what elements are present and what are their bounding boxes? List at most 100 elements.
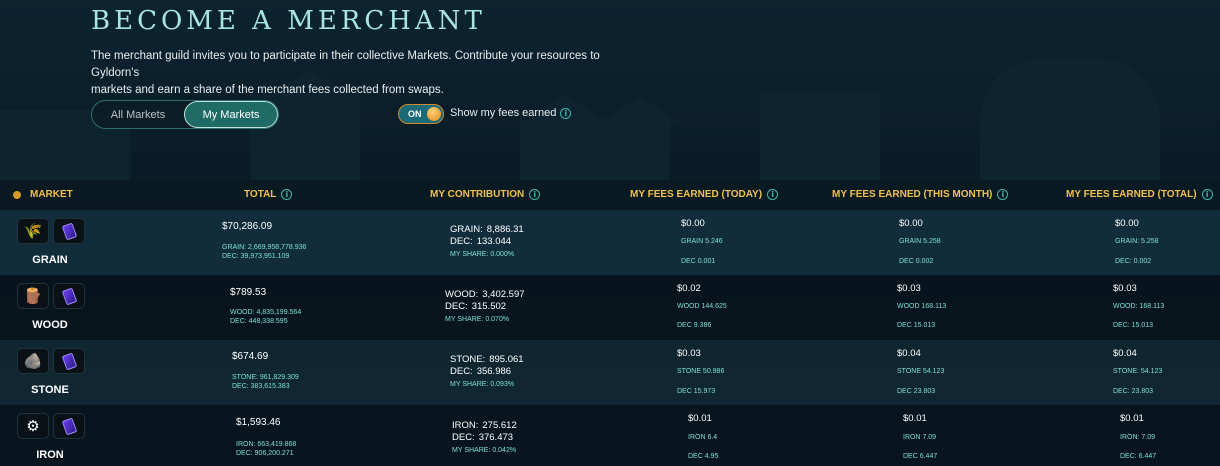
value: 275.612 [482,420,517,431]
alltime-resource: WOOD: 168.113 [1113,303,1165,310]
table-row[interactable]: ⚙ IRON $1,593.46 IRON: 663,419.868 DEC: … [0,405,1220,466]
alltime-usd: $0.04 [1113,348,1137,359]
today-dec: DEC 9.386 [677,322,712,329]
total-resource: GRAIN: 2,669,958,778.936 [222,244,307,251]
label: DEC: [450,236,473,247]
intro-line-2: markets and earn a share of the merchant… [91,84,444,96]
info-icon[interactable]: i [997,189,1009,200]
tab-my-markets[interactable]: My Markets [184,101,278,128]
today-usd: $0.03 [677,348,701,359]
contribution-dec: DEC: 315.502 [445,301,506,312]
today-resource: GRAIN 5.246 [681,238,723,245]
intro-text: The merchant guild invites you to partic… [91,48,651,99]
stone-icon: 🪨 [17,348,49,374]
show-fees-label-text: Show my fees earned [450,107,557,119]
value: 8,886.31 [486,224,524,235]
total-usd: $70,286.09 [222,221,273,232]
alltime-resource: STONE: 54.123 [1113,368,1163,375]
value: 3,402.597 [482,289,525,300]
month-usd: $0.00 [899,218,923,229]
value: 376.473 [478,432,514,443]
market-name: GRAIN [32,254,68,266]
alltime-resource: IRON: 7.09 [1120,434,1156,441]
wood-icon: 🪵 [17,283,49,309]
label: WOOD: [445,289,479,300]
table-row[interactable]: 🪨 STONE $674.69 STONE: 961,829.309 DEC: … [0,340,1220,405]
label: DEC: [445,301,468,312]
month-resource: WOOD 168.113 [897,303,947,310]
total-usd: $789.53 [230,287,267,298]
month-resource: IRON 7.09 [903,434,937,441]
info-icon[interactable]: i [767,189,779,200]
alltime-usd: $0.00 [1115,218,1139,229]
label: IRON: [452,420,479,431]
total-dec: DEC: 448,338.595 [230,318,288,325]
alltime-dec: DEC: 15.013 [1113,322,1154,329]
toggle-state: ON [408,109,422,119]
market-icons: ⚙ [17,413,85,439]
today-dec: DEC 0.001 [681,258,716,265]
col-contribution-label: MY CONTRIBUTION [430,189,525,200]
dec-gem-icon [53,283,85,309]
dec-gem-icon [53,413,85,439]
my-share: MY SHARE: 0.070% [445,316,510,323]
today-resource: IRON 6.4 [688,434,718,441]
col-fees-today: MY FEES EARNED (TODAY) i [630,189,779,200]
total-dec: DEC: 383,615.383 [232,383,290,390]
value: 133.044 [476,236,512,247]
table-row[interactable]: 🌾 GRAIN $70,286.09 GRAIN: 2,669,958,778.… [0,210,1220,275]
contribution-dec: DEC: 376.473 [452,432,513,443]
month-dec: DEC 23.803 [897,388,936,395]
month-usd: $0.03 [897,283,921,294]
info-icon[interactable]: i [281,189,293,200]
today-dec: DEC 15.973 [677,388,716,395]
tab-all-markets[interactable]: All Markets [92,101,184,128]
month-resource: GRAIN 5.258 [899,238,941,245]
month-dec: DEC 0.002 [899,258,934,265]
contribution-resource: GRAIN: 8,886.31 [450,224,524,235]
table-row[interactable]: 🪵 WOOD $789.53 WOOD: 4,835,199.564 DEC: … [0,275,1220,340]
label: GRAIN: [450,224,483,235]
info-icon[interactable]: i [1201,189,1213,200]
month-resource: STONE 54.123 [897,368,945,375]
alltime-dec: DEC: 23.803 [1113,388,1154,395]
col-fees-month-label: MY FEES EARNED (THIS MONTH) [832,189,993,200]
info-icon[interactable]: i [560,107,572,119]
toggle-knob [427,107,441,121]
total-usd: $1,593.46 [236,417,281,428]
market-dot-icon [13,191,21,199]
market-icons: 🪵 [17,283,85,309]
contribution-resource: STONE: 895.061 [450,354,524,365]
alltime-usd: $0.01 [1120,413,1144,424]
contribution-dec: DEC: 133.044 [450,236,511,247]
alltime-resource: GRAIN: 5.258 [1115,238,1159,245]
col-market-label: MARKET [30,189,73,200]
today-resource: STONE 50.986 [677,368,725,375]
today-usd: $0.00 [681,218,705,229]
dec-gem-icon [53,348,85,374]
col-fees-total-label: MY FEES EARNED (TOTAL) [1066,189,1197,200]
dec-gem-icon [53,218,85,244]
total-resource: WOOD: 4,835,199.564 [230,309,302,316]
market-name: WOOD [32,319,68,331]
my-share: MY SHARE: 0.093% [450,381,515,388]
market-filter-tabs: All Markets My Markets [91,100,279,129]
month-dec: DEC 15.013 [897,322,936,329]
my-share: MY SHARE: 0.000% [450,251,515,258]
contribution-dec: DEC: 356.986 [450,366,511,377]
total-dec: DEC: 906,200.271 [236,450,294,457]
info-icon[interactable]: i [529,189,541,200]
market-icons: 🌾 [17,218,85,244]
today-usd: $0.02 [677,283,701,294]
market-name: IRON [36,449,64,461]
col-contribution: MY CONTRIBUTION i [430,189,541,200]
label: DEC: [452,432,475,443]
col-market: MARKET [30,189,73,200]
show-fees-toggle[interactable]: ON [398,104,444,124]
contribution-resource: IRON: 275.612 [452,420,517,431]
total-resource: IRON: 663,419.868 [236,441,297,448]
total-usd: $674.69 [232,351,269,362]
grain-icon: 🌾 [17,218,49,244]
market-name: STONE [31,384,69,396]
today-usd: $0.01 [688,413,712,424]
